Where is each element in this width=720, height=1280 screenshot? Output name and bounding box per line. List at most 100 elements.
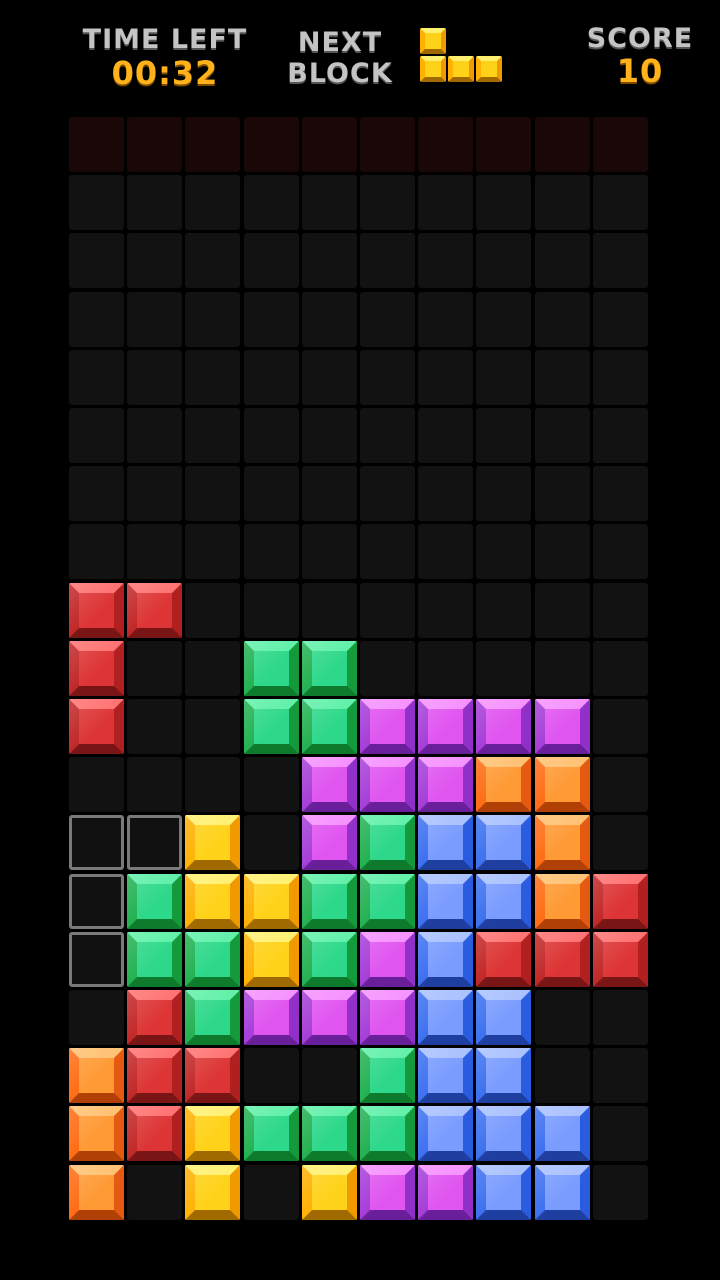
purple-block bbox=[418, 757, 474, 813]
red-block bbox=[127, 1048, 183, 1104]
empty-cell bbox=[418, 233, 474, 289]
empty-cell bbox=[185, 291, 241, 347]
block-highlight bbox=[476, 1106, 532, 1162]
empty-cell bbox=[592, 466, 648, 522]
empty-cell bbox=[360, 408, 415, 463]
empty-cell bbox=[418, 291, 474, 347]
empty-cell bbox=[301, 524, 357, 580]
block-highlight bbox=[127, 1106, 183, 1162]
empty-cell bbox=[127, 640, 183, 696]
empty-cell bbox=[301, 291, 357, 347]
next-block-cell bbox=[448, 56, 474, 82]
red-block bbox=[127, 990, 183, 1045]
ghost-outline-cell bbox=[127, 815, 183, 871]
orange-block bbox=[534, 815, 590, 871]
green-block bbox=[127, 873, 183, 929]
block-highlight bbox=[185, 990, 241, 1045]
yellow-block bbox=[243, 931, 299, 987]
block-highlight bbox=[592, 931, 648, 987]
block-highlight bbox=[418, 1106, 474, 1162]
block-highlight bbox=[476, 699, 532, 754]
block-highlight bbox=[418, 699, 474, 754]
block-highlight bbox=[243, 1106, 299, 1162]
empty-cell bbox=[243, 291, 299, 347]
time-left-value: 00:32 bbox=[111, 54, 219, 92]
empty-cell bbox=[243, 233, 299, 289]
danger-zone-cell bbox=[301, 117, 357, 172]
orange-block bbox=[476, 757, 532, 813]
block-highlight bbox=[360, 1048, 415, 1104]
empty-cell bbox=[360, 466, 415, 522]
empty-cell bbox=[360, 524, 415, 580]
empty-cell bbox=[476, 582, 532, 638]
yellow-block bbox=[301, 1164, 357, 1220]
blue-block bbox=[418, 1106, 474, 1162]
empty-cell bbox=[301, 582, 357, 638]
block-highlight bbox=[534, 815, 590, 871]
empty-cell bbox=[360, 582, 415, 638]
blue-block bbox=[476, 873, 532, 929]
empty-cell bbox=[185, 582, 241, 638]
block-highlight bbox=[243, 873, 299, 929]
red-block bbox=[69, 699, 124, 754]
danger-zone-cell bbox=[592, 117, 648, 172]
game-board[interactable] bbox=[69, 117, 651, 1223]
empty-cell bbox=[534, 524, 590, 580]
yellow-block bbox=[243, 873, 299, 929]
empty-cell bbox=[243, 175, 299, 231]
score-value: 10 bbox=[616, 52, 664, 90]
empty-cell bbox=[534, 408, 590, 463]
block-highlight bbox=[243, 640, 299, 696]
empty-cell bbox=[592, 990, 648, 1045]
red-block bbox=[534, 931, 590, 987]
next-block-cell bbox=[476, 56, 502, 82]
purple-block bbox=[360, 699, 415, 754]
red-block bbox=[592, 931, 648, 987]
empty-cell bbox=[185, 640, 241, 696]
blue-block bbox=[534, 1106, 590, 1162]
red-block bbox=[69, 640, 124, 696]
block-highlight bbox=[127, 873, 183, 929]
empty-cell bbox=[534, 990, 590, 1045]
empty-cell bbox=[185, 408, 241, 463]
danger-zone-cell bbox=[69, 117, 124, 172]
yellow-block bbox=[185, 815, 241, 871]
block-highlight bbox=[301, 1164, 357, 1220]
green-block bbox=[360, 1048, 415, 1104]
yellow-block bbox=[185, 1164, 241, 1220]
danger-zone-cell bbox=[534, 117, 590, 172]
block-highlight bbox=[243, 990, 299, 1045]
block-highlight bbox=[185, 873, 241, 929]
empty-cell bbox=[592, 757, 648, 813]
empty-cell bbox=[476, 233, 532, 289]
block-highlight bbox=[69, 1164, 124, 1220]
red-block bbox=[592, 873, 648, 929]
purple-block bbox=[418, 1164, 474, 1220]
block-highlight bbox=[476, 873, 532, 929]
danger-zone-cell bbox=[185, 117, 241, 172]
empty-cell bbox=[360, 640, 415, 696]
block-highlight bbox=[534, 931, 590, 987]
green-block bbox=[301, 699, 357, 754]
empty-cell bbox=[418, 466, 474, 522]
purple-block bbox=[360, 990, 415, 1045]
red-block bbox=[127, 1106, 183, 1162]
empty-cell bbox=[301, 1048, 357, 1104]
block-highlight bbox=[534, 757, 590, 813]
block-highlight bbox=[360, 757, 415, 813]
block-highlight bbox=[418, 757, 474, 813]
red-block bbox=[69, 582, 124, 638]
red-block bbox=[127, 582, 183, 638]
empty-cell bbox=[69, 233, 124, 289]
yellow-block bbox=[185, 873, 241, 929]
empty-cell bbox=[418, 349, 474, 405]
empty-cell bbox=[185, 524, 241, 580]
blue-block bbox=[476, 1164, 532, 1220]
empty-cell bbox=[592, 582, 648, 638]
block-highlight bbox=[476, 1164, 532, 1220]
empty-cell bbox=[301, 466, 357, 522]
block-highlight bbox=[301, 931, 357, 987]
purple-block bbox=[243, 990, 299, 1045]
empty-cell bbox=[301, 408, 357, 463]
empty-cell bbox=[243, 582, 299, 638]
